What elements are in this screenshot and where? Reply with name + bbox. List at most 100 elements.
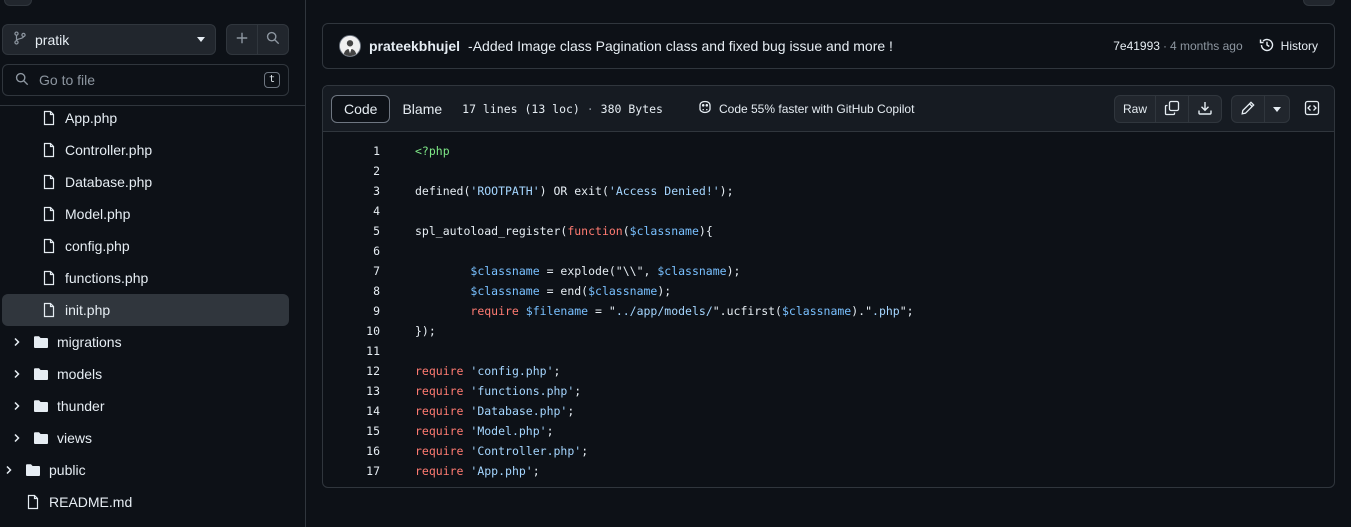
copy-raw-button[interactable]	[1155, 96, 1188, 122]
tree-folder[interactable]: migrations	[0, 326, 305, 358]
line-number[interactable]: 6	[323, 244, 380, 258]
code-token: 'Model.php'	[470, 424, 547, 438]
tree-folder[interactable]: models	[0, 358, 305, 390]
line-count: 17 lines (13 loc)	[462, 101, 580, 116]
more-options-button[interactable]	[1303, 0, 1335, 6]
code-line: 4	[323, 201, 1334, 221]
copy-icon	[1164, 100, 1180, 119]
code-token: 'functions.php'	[470, 384, 575, 398]
commit-author[interactable]: prateekbhujel	[369, 38, 460, 54]
code-line: 2	[323, 161, 1334, 181]
history-button[interactable]: History	[1259, 37, 1318, 56]
line-number[interactable]: 1	[323, 144, 380, 158]
line-number[interactable]: 10	[323, 324, 380, 338]
breadcrumb	[344, 0, 504, 2]
raw-copy-download-group: Raw	[1113, 95, 1222, 123]
commit-sha[interactable]: 7e41993	[1113, 39, 1160, 53]
code-token: ;	[567, 404, 575, 418]
line-number[interactable]: 5	[323, 224, 380, 238]
line-number[interactable]: 2	[323, 164, 380, 178]
tree-item-label: Model.php	[65, 206, 131, 222]
chevron-right-icon[interactable]	[11, 368, 23, 380]
tree-item-label: init.php	[65, 302, 111, 318]
tab-code[interactable]: Code	[331, 94, 391, 123]
tree-item-label: views	[57, 430, 93, 446]
add-file-button[interactable]	[227, 25, 257, 54]
code-token: ".ucfirst(	[712, 304, 782, 318]
code-token: $classname	[588, 284, 658, 298]
tree-file[interactable]: Controller.php	[0, 134, 305, 166]
code-token: require	[415, 424, 464, 438]
line-number[interactable]: 15	[323, 424, 380, 438]
chevron-right-icon[interactable]	[11, 400, 23, 412]
latest-commit-bar: prateekbhujel -Added Image class Paginat…	[322, 23, 1335, 69]
line-number[interactable]: 17	[323, 464, 380, 478]
copilot-promo-link[interactable]: Code 55% faster with GitHub Copilot	[697, 99, 914, 118]
line-number[interactable]: 11	[323, 344, 380, 358]
tree-file[interactable]: init.php	[2, 294, 289, 326]
code-token: $filename	[525, 304, 589, 318]
code-line: 11	[323, 341, 1334, 361]
line-number[interactable]: 9	[323, 304, 380, 318]
code-token: ;	[574, 384, 582, 398]
file-icon	[41, 238, 57, 254]
chevron-right-icon[interactable]	[11, 432, 23, 444]
edit-options-button[interactable]	[1264, 96, 1289, 122]
line-number[interactable]: 16	[323, 444, 380, 458]
tree-folder[interactable]: views	[0, 422, 305, 454]
tree-file[interactable]: App.php	[0, 102, 305, 134]
folder-icon	[33, 334, 49, 350]
tree-file[interactable]: README.md	[0, 486, 305, 518]
edit-button[interactable]	[1232, 96, 1264, 122]
tree-file[interactable]: Model.php	[0, 198, 305, 230]
tab-blame[interactable]: Blame	[390, 95, 454, 123]
plus-icon	[235, 31, 249, 48]
line-number[interactable]: 8	[323, 284, 380, 298]
tree-file[interactable]: functions.php	[0, 262, 305, 294]
tree-file[interactable]: config.php	[0, 230, 305, 262]
file-icon	[41, 302, 57, 318]
code-text: require $filename = "../app/models/".ucf…	[415, 304, 914, 318]
line-number[interactable]: 4	[323, 204, 380, 218]
code-line: 13 require 'functions.php';	[323, 381, 1334, 401]
code-text: $classname = end($classname);	[415, 284, 671, 298]
collapse-sidebar-button[interactable]	[4, 0, 32, 6]
search-button[interactable]	[257, 25, 288, 54]
pencil-icon	[1240, 100, 1256, 119]
code-lines[interactable]: 1 <?php 2 3 defined('ROOTPATH') OR exit('Acc…	[323, 132, 1334, 481]
tree-item-label: public	[49, 462, 86, 478]
tree-item-label: models	[57, 366, 103, 382]
file-icon	[25, 494, 41, 510]
tree-file[interactable]: Database.php	[0, 166, 305, 198]
commit-message[interactable]: -Added Image class Pagination class and …	[468, 38, 1113, 54]
go-to-file-placeholder: Go to file	[39, 72, 96, 88]
code-line: 8 $classname = end($classname);	[323, 281, 1334, 301]
raw-button[interactable]: Raw	[1115, 96, 1155, 122]
branch-selector[interactable]: pratik	[2, 24, 216, 55]
line-number[interactable]: 12	[323, 364, 380, 378]
tree-folder[interactable]: public	[0, 454, 305, 486]
line-number[interactable]: 13	[323, 384, 380, 398]
tree-folder[interactable]: thunder	[0, 390, 305, 422]
code-token: <?php	[415, 144, 450, 158]
code-line: 12 require 'config.php';	[323, 361, 1334, 381]
line-number[interactable]: 3	[323, 184, 380, 198]
code-token: = end(	[539, 284, 589, 298]
avatar[interactable]	[339, 35, 361, 57]
code-text: require 'App.php';	[415, 464, 540, 478]
chevron-right-icon[interactable]	[11, 336, 23, 348]
symbols-panel-button[interactable]	[1298, 95, 1326, 123]
line-number[interactable]: 7	[323, 264, 380, 278]
download-button[interactable]	[1188, 96, 1221, 122]
chevron-right-icon[interactable]	[3, 464, 15, 476]
code-token: ";	[899, 304, 914, 318]
download-icon	[1197, 100, 1213, 119]
line-number[interactable]: 14	[323, 404, 380, 418]
code-text: <?php	[415, 144, 450, 158]
code-token: = "	[588, 304, 616, 318]
tree-item-label: functions.php	[65, 270, 149, 286]
code-token: ;	[581, 444, 589, 458]
go-to-file-input[interactable]: Go to file t	[2, 64, 289, 96]
tree-item-label: migrations	[57, 334, 122, 350]
